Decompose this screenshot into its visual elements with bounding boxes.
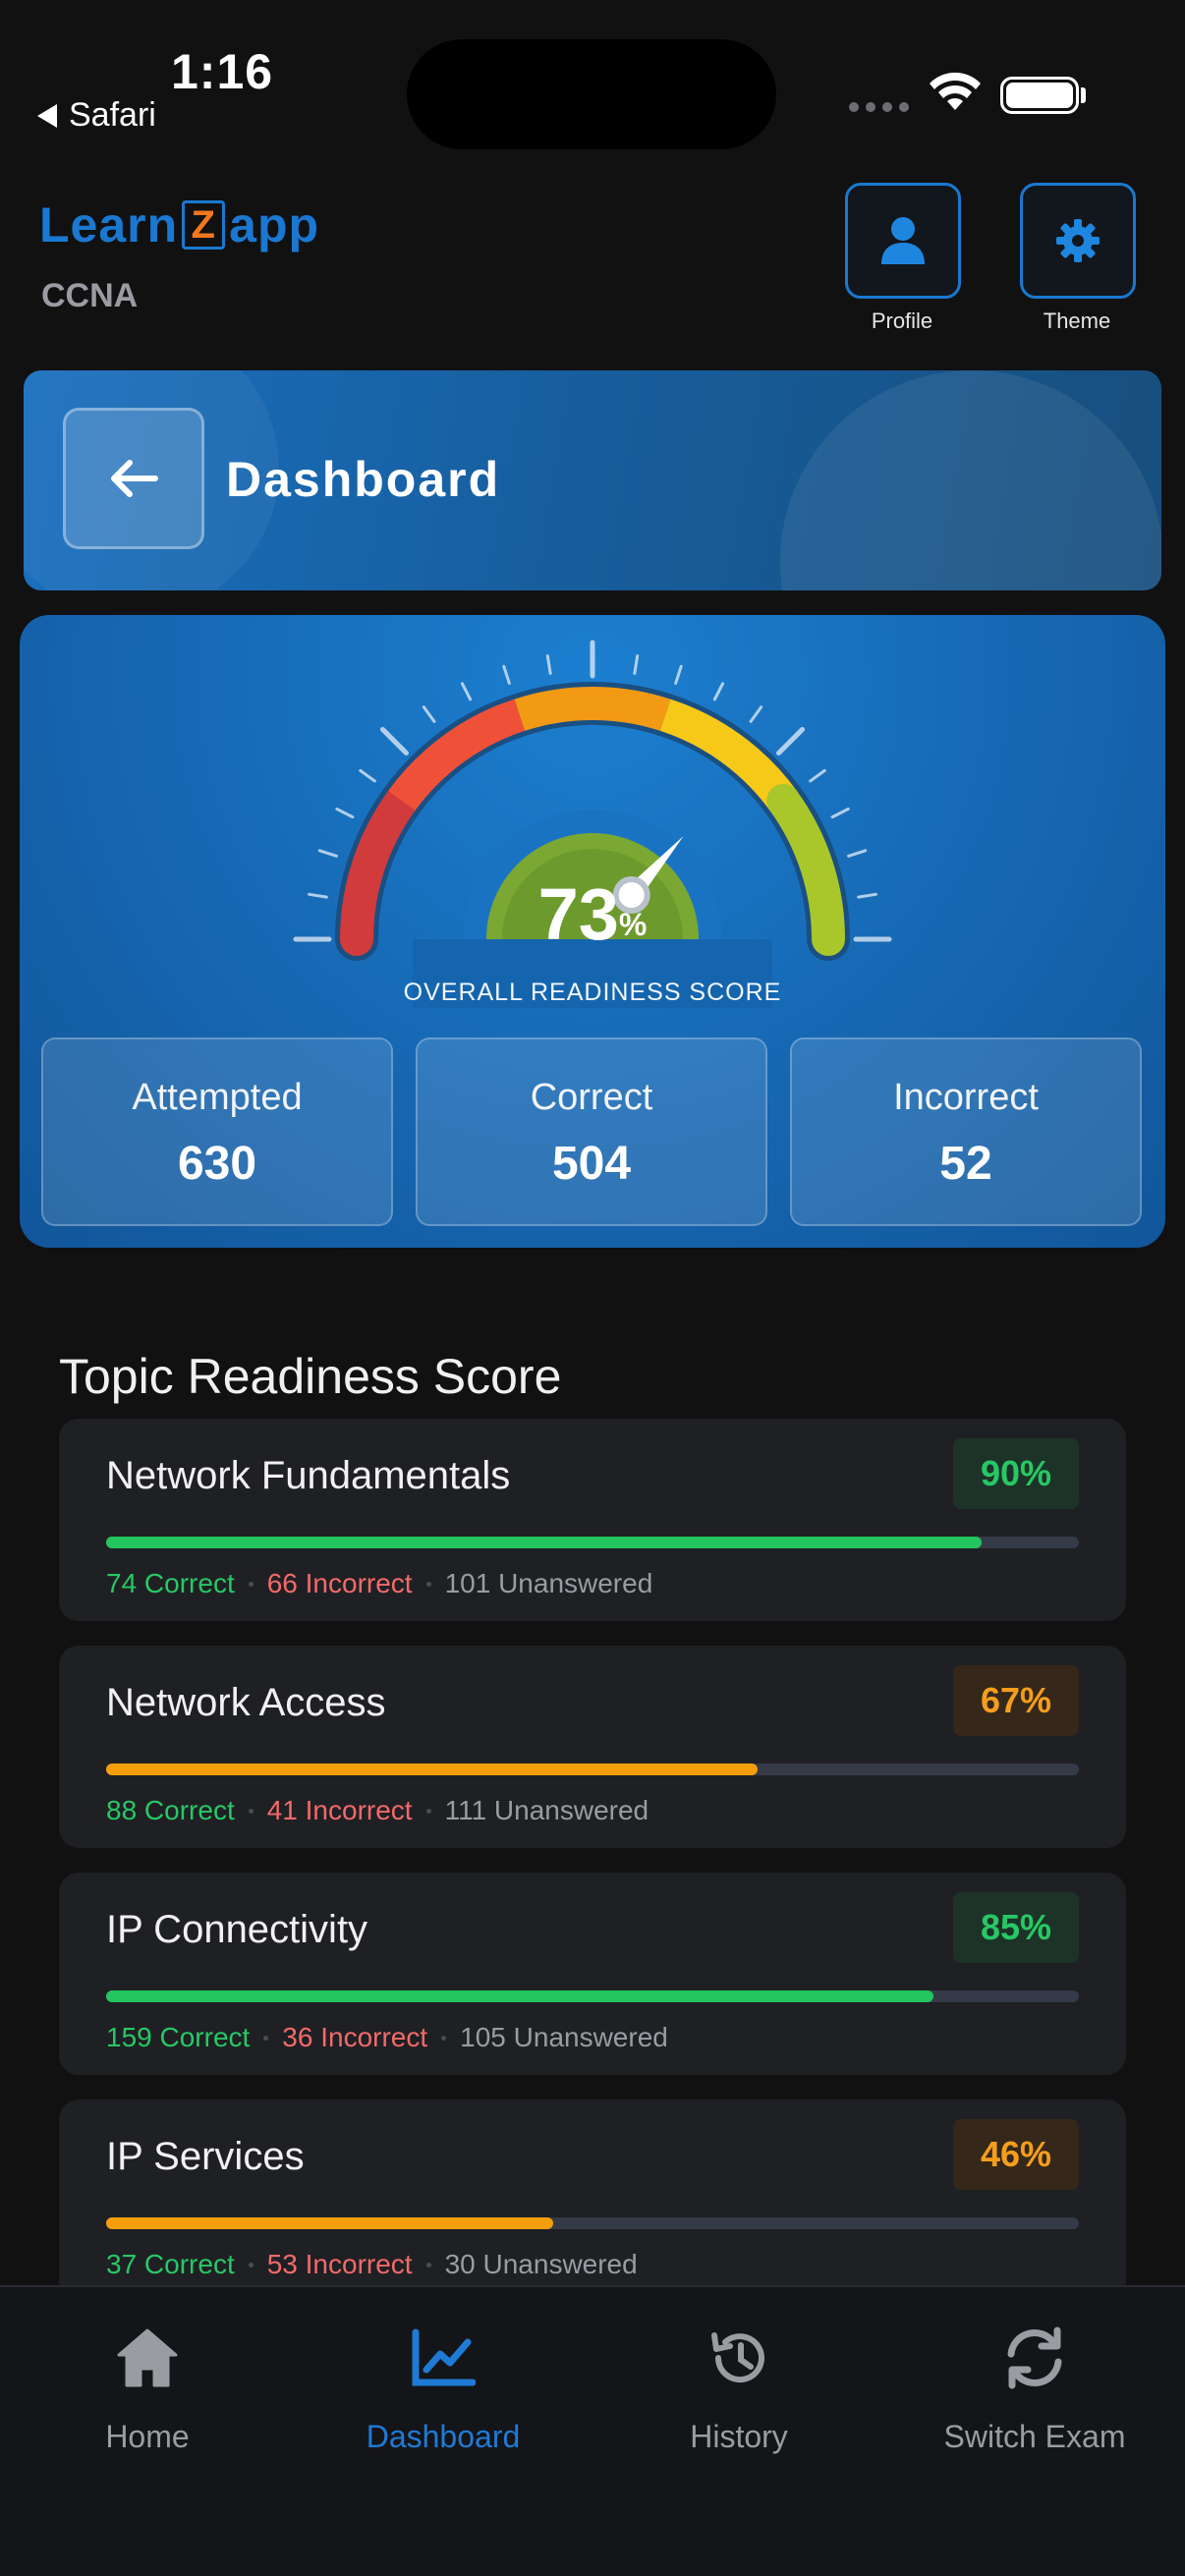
readiness-score-label: OVERALL READINESS SCORE <box>403 979 782 1006</box>
stat-correct: Correct 504 <box>416 1037 767 1226</box>
topic-progress-track <box>106 1990 1079 2002</box>
app-logo: Learn Zapp <box>39 197 320 252</box>
back-button[interactable] <box>63 408 204 549</box>
back-triangle-icon <box>37 103 57 128</box>
gauge-tick <box>460 682 473 701</box>
gauge-tick <box>749 705 763 723</box>
topic-card[interactable]: IP Services 46% 37 Correct 53 Incorrect … <box>59 2100 1126 2285</box>
stat-incorrect: Incorrect 52 <box>790 1037 1142 1226</box>
nav-home[interactable]: Home <box>0 2319 295 2455</box>
cellular-signal-icon <box>849 102 909 112</box>
topic-card[interactable]: Network Access 67% 88 Correct 41 Incorre… <box>59 1646 1126 1848</box>
gauge-tick <box>776 726 806 756</box>
topic-progress-track <box>106 1537 1079 1548</box>
gauge-segment <box>659 699 797 812</box>
chart-line-icon <box>412 2328 476 2386</box>
gauge-tick <box>317 849 338 858</box>
topic-name: IP Services <box>106 2135 305 2178</box>
topic-progress-track <box>106 1764 1079 1775</box>
gauge-tick <box>335 807 355 819</box>
gauge-segment <box>514 687 671 732</box>
refresh-icon <box>1007 2326 1062 2389</box>
topic-list[interactable]: Network Fundamentals 90% 74 Correct 66 I… <box>0 1415 1185 2285</box>
topic-stats: 88 Correct 41 Incorrect 111 Unanswered <box>106 1795 649 1825</box>
profile-label: Profile <box>871 308 933 333</box>
gauge-tick <box>830 807 850 819</box>
gauge-tick <box>502 664 511 685</box>
topic-percent-badge: 46% <box>952 2119 1079 2190</box>
status-time: 1:16 <box>171 44 274 99</box>
stat-attempted: Attempted 630 <box>41 1037 393 1226</box>
topic-progress-fill <box>106 1537 982 1548</box>
gauge-tick <box>545 654 552 675</box>
nav-switch-exam[interactable]: Switch Exam <box>887 2319 1182 2455</box>
wifi-icon <box>930 72 981 110</box>
topic-percent-badge: 90% <box>952 1438 1079 1509</box>
gauge-tick <box>379 726 409 756</box>
history-icon <box>711 2332 764 2383</box>
dashboard-banner: Dashboard <box>24 370 1161 590</box>
gauge-tick <box>422 705 436 723</box>
topic-name: IP Connectivity <box>106 1908 368 1951</box>
battery-tip <box>1081 87 1086 103</box>
dynamic-island <box>407 39 776 149</box>
topic-card[interactable]: IP Connectivity 85% 159 Correct 36 Incor… <box>59 1873 1126 2075</box>
topic-card[interactable]: Network Fundamentals 90% 74 Correct 66 I… <box>59 1419 1126 1621</box>
back-to-app[interactable]: Safari <box>37 96 156 135</box>
section-title: Topic Readiness Score <box>59 1349 562 1404</box>
arrow-left-icon <box>111 460 158 497</box>
gauge-tick <box>633 654 640 675</box>
topic-progress-fill <box>106 1990 933 2002</box>
topic-percent-badge: 67% <box>952 1665 1079 1736</box>
topic-progress-fill <box>106 1764 759 1775</box>
exam-name: CCNA <box>41 277 139 314</box>
topic-percent-badge: 85% <box>952 1892 1079 1963</box>
gauge-tick <box>359 768 376 783</box>
readiness-gauge: 73% <box>293 640 892 1008</box>
profile-button[interactable] <box>845 183 961 299</box>
theme-label: Theme <box>1043 308 1111 333</box>
gauge-tick <box>809 768 826 783</box>
gauge-segment <box>388 699 526 812</box>
back-app-label: Safari <box>69 96 156 134</box>
topic-stats: 74 Correct 66 Incorrect 101 Unanswered <box>106 1568 653 1598</box>
gauge-tick <box>857 892 877 899</box>
topic-progress-track <box>106 2217 1079 2229</box>
nav-dashboard[interactable]: Dashboard <box>296 2319 591 2455</box>
readiness-card: 73% OVERALL READINESS SCORE Attempted 63… <box>20 615 1165 1248</box>
theme-button[interactable] <box>1020 183 1136 299</box>
topic-name: Network Access <box>106 1681 386 1724</box>
user-icon <box>881 217 925 264</box>
gear-icon <box>1056 219 1100 262</box>
gauge-tick <box>674 664 683 685</box>
topic-stats: 159 Correct 36 Incorrect 105 Unanswered <box>106 2022 668 2052</box>
topic-stats: 37 Correct 53 Incorrect 30 Unanswered <box>106 2249 638 2279</box>
gauge-tick <box>847 849 868 858</box>
nav-history[interactable]: History <box>592 2319 886 2455</box>
gauge-tick <box>308 892 328 899</box>
topic-name: Network Fundamentals <box>106 1454 511 1497</box>
page-title: Dashboard <box>226 452 501 507</box>
topic-progress-fill <box>106 2217 554 2229</box>
home-icon <box>117 2328 178 2387</box>
gauge-tick <box>712 682 725 701</box>
bottom-nav: Home Dashboard History Switch Exam <box>0 2285 1185 2576</box>
battery-icon <box>1000 77 1079 114</box>
